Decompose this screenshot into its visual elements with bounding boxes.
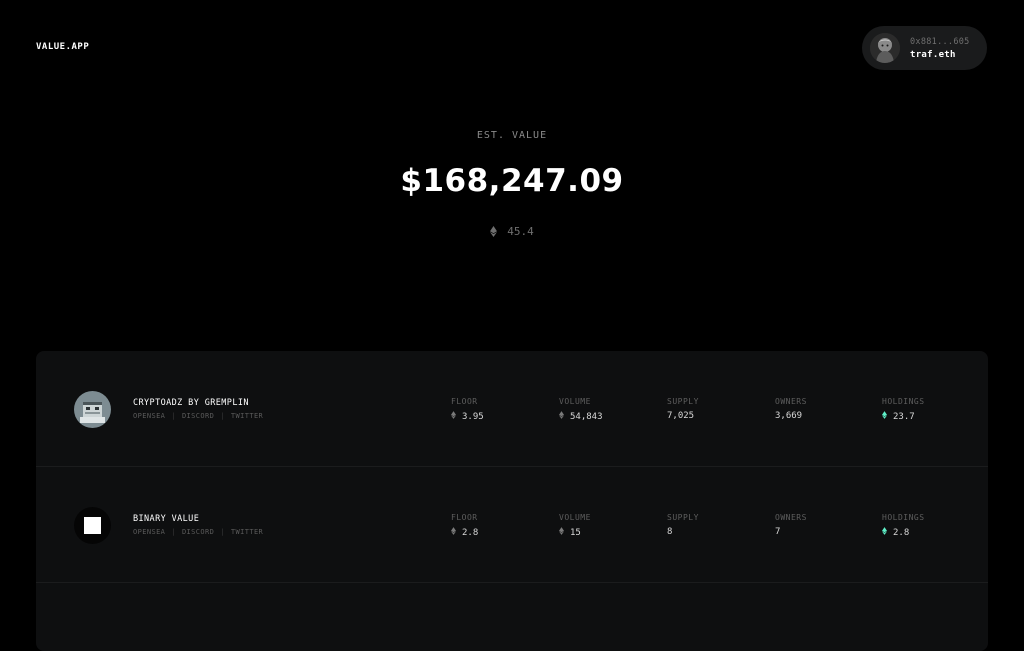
eth-accent-icon (882, 527, 887, 538)
owners-stat: OWNERS 3,669 (775, 397, 807, 421)
holdings-stat: HOLDINGS 23.7 (882, 397, 925, 422)
supply-value: 8 (667, 527, 673, 537)
volume-stat: VOLUME 54,843 (559, 397, 603, 422)
collection-links: OPENSEA | DISCORD | TWITTER (133, 528, 263, 536)
supply-value: 7,025 (667, 411, 695, 421)
collection-name: BINARY VALUE (133, 514, 200, 524)
eth-accent-icon (882, 411, 887, 422)
collection-links: OPENSEA | DISCORD | TWITTER (133, 412, 263, 420)
link-separator: | (171, 528, 176, 536)
volume-label: VOLUME (559, 513, 591, 522)
eth-icon (451, 527, 456, 538)
volume-label: VOLUME (559, 397, 591, 406)
est-value-eth: 45.4 (490, 225, 534, 238)
link-separator: | (171, 412, 176, 420)
owners-label: OWNERS (775, 513, 807, 522)
opensea-link[interactable]: OPENSEA (133, 412, 165, 420)
owners-value: 3,669 (775, 411, 803, 421)
header: VALUE.APP 0x881...605 traf.eth (0, 0, 1024, 96)
app-logo[interactable]: VALUE.APP (36, 42, 89, 52)
opensea-link[interactable]: OPENSEA (133, 528, 165, 536)
wallet-ens-name: traf.eth (910, 49, 956, 60)
supply-stat: SUPPLY 8 (667, 513, 699, 537)
eth-icon (451, 411, 456, 422)
holdings-label: HOLDINGS (882, 513, 925, 522)
holdings-value: 2.8 (893, 527, 910, 538)
link-separator: | (220, 412, 225, 420)
holdings-value: 23.7 (893, 411, 915, 422)
owners-label: OWNERS (775, 397, 807, 406)
wallet-address: 0x881...605 (910, 36, 970, 47)
wallet-button[interactable]: 0x881...605 traf.eth (862, 26, 987, 70)
discord-link[interactable]: DISCORD (182, 528, 214, 536)
floor-stat: FLOOR 3.95 (451, 397, 484, 422)
wallet-avatar (870, 33, 900, 63)
twitter-link[interactable]: TWITTER (231, 412, 263, 420)
floor-value: 2.8 (462, 527, 479, 538)
holdings-label: HOLDINGS (882, 397, 925, 406)
twitter-link[interactable]: TWITTER (231, 528, 263, 536)
supply-label: SUPPLY (667, 397, 699, 406)
est-value-usd: $168,247.09 (400, 163, 624, 199)
volume-value: 54,843 (570, 411, 603, 422)
eth-icon (559, 527, 564, 538)
eth-icon (559, 411, 564, 422)
owners-stat: OWNERS 7 (775, 513, 807, 537)
collection-avatar-binary-value (74, 507, 111, 544)
discord-link[interactable]: DISCORD (182, 412, 214, 420)
est-value-label: EST. VALUE (476, 130, 548, 141)
collections-list: CRYPTOADZ BY GREMPLIN OPENSEA | DISCORD … (36, 351, 988, 651)
supply-label: SUPPLY (667, 513, 699, 522)
owners-value: 7 (775, 527, 781, 537)
floor-label: FLOOR (451, 513, 478, 522)
collection-name: CRYPTOADZ BY GREMPLIN (133, 398, 249, 408)
est-value-eth-amount: 45.4 (507, 225, 534, 238)
collection-row[interactable]: CRYPTOADZ BY GREMPLIN OPENSEA | DISCORD … (36, 351, 988, 467)
holdings-stat: HOLDINGS 2.8 (882, 513, 925, 538)
collection-avatar-cryptoadz (74, 391, 111, 428)
link-separator: | (220, 528, 225, 536)
eth-icon (490, 226, 498, 237)
floor-value: 3.95 (462, 411, 484, 422)
floor-stat: FLOOR 2.8 (451, 513, 478, 538)
supply-stat: SUPPLY 7,025 (667, 397, 699, 421)
portfolio-summary: EST. VALUE $168,247.09 45.4 (0, 130, 1024, 241)
volume-stat: VOLUME 15 (559, 513, 591, 538)
floor-label: FLOOR (451, 397, 478, 406)
collection-row[interactable]: BINARY VALUE OPENSEA | DISCORD | TWITTER… (36, 467, 988, 583)
volume-value: 15 (570, 527, 581, 538)
